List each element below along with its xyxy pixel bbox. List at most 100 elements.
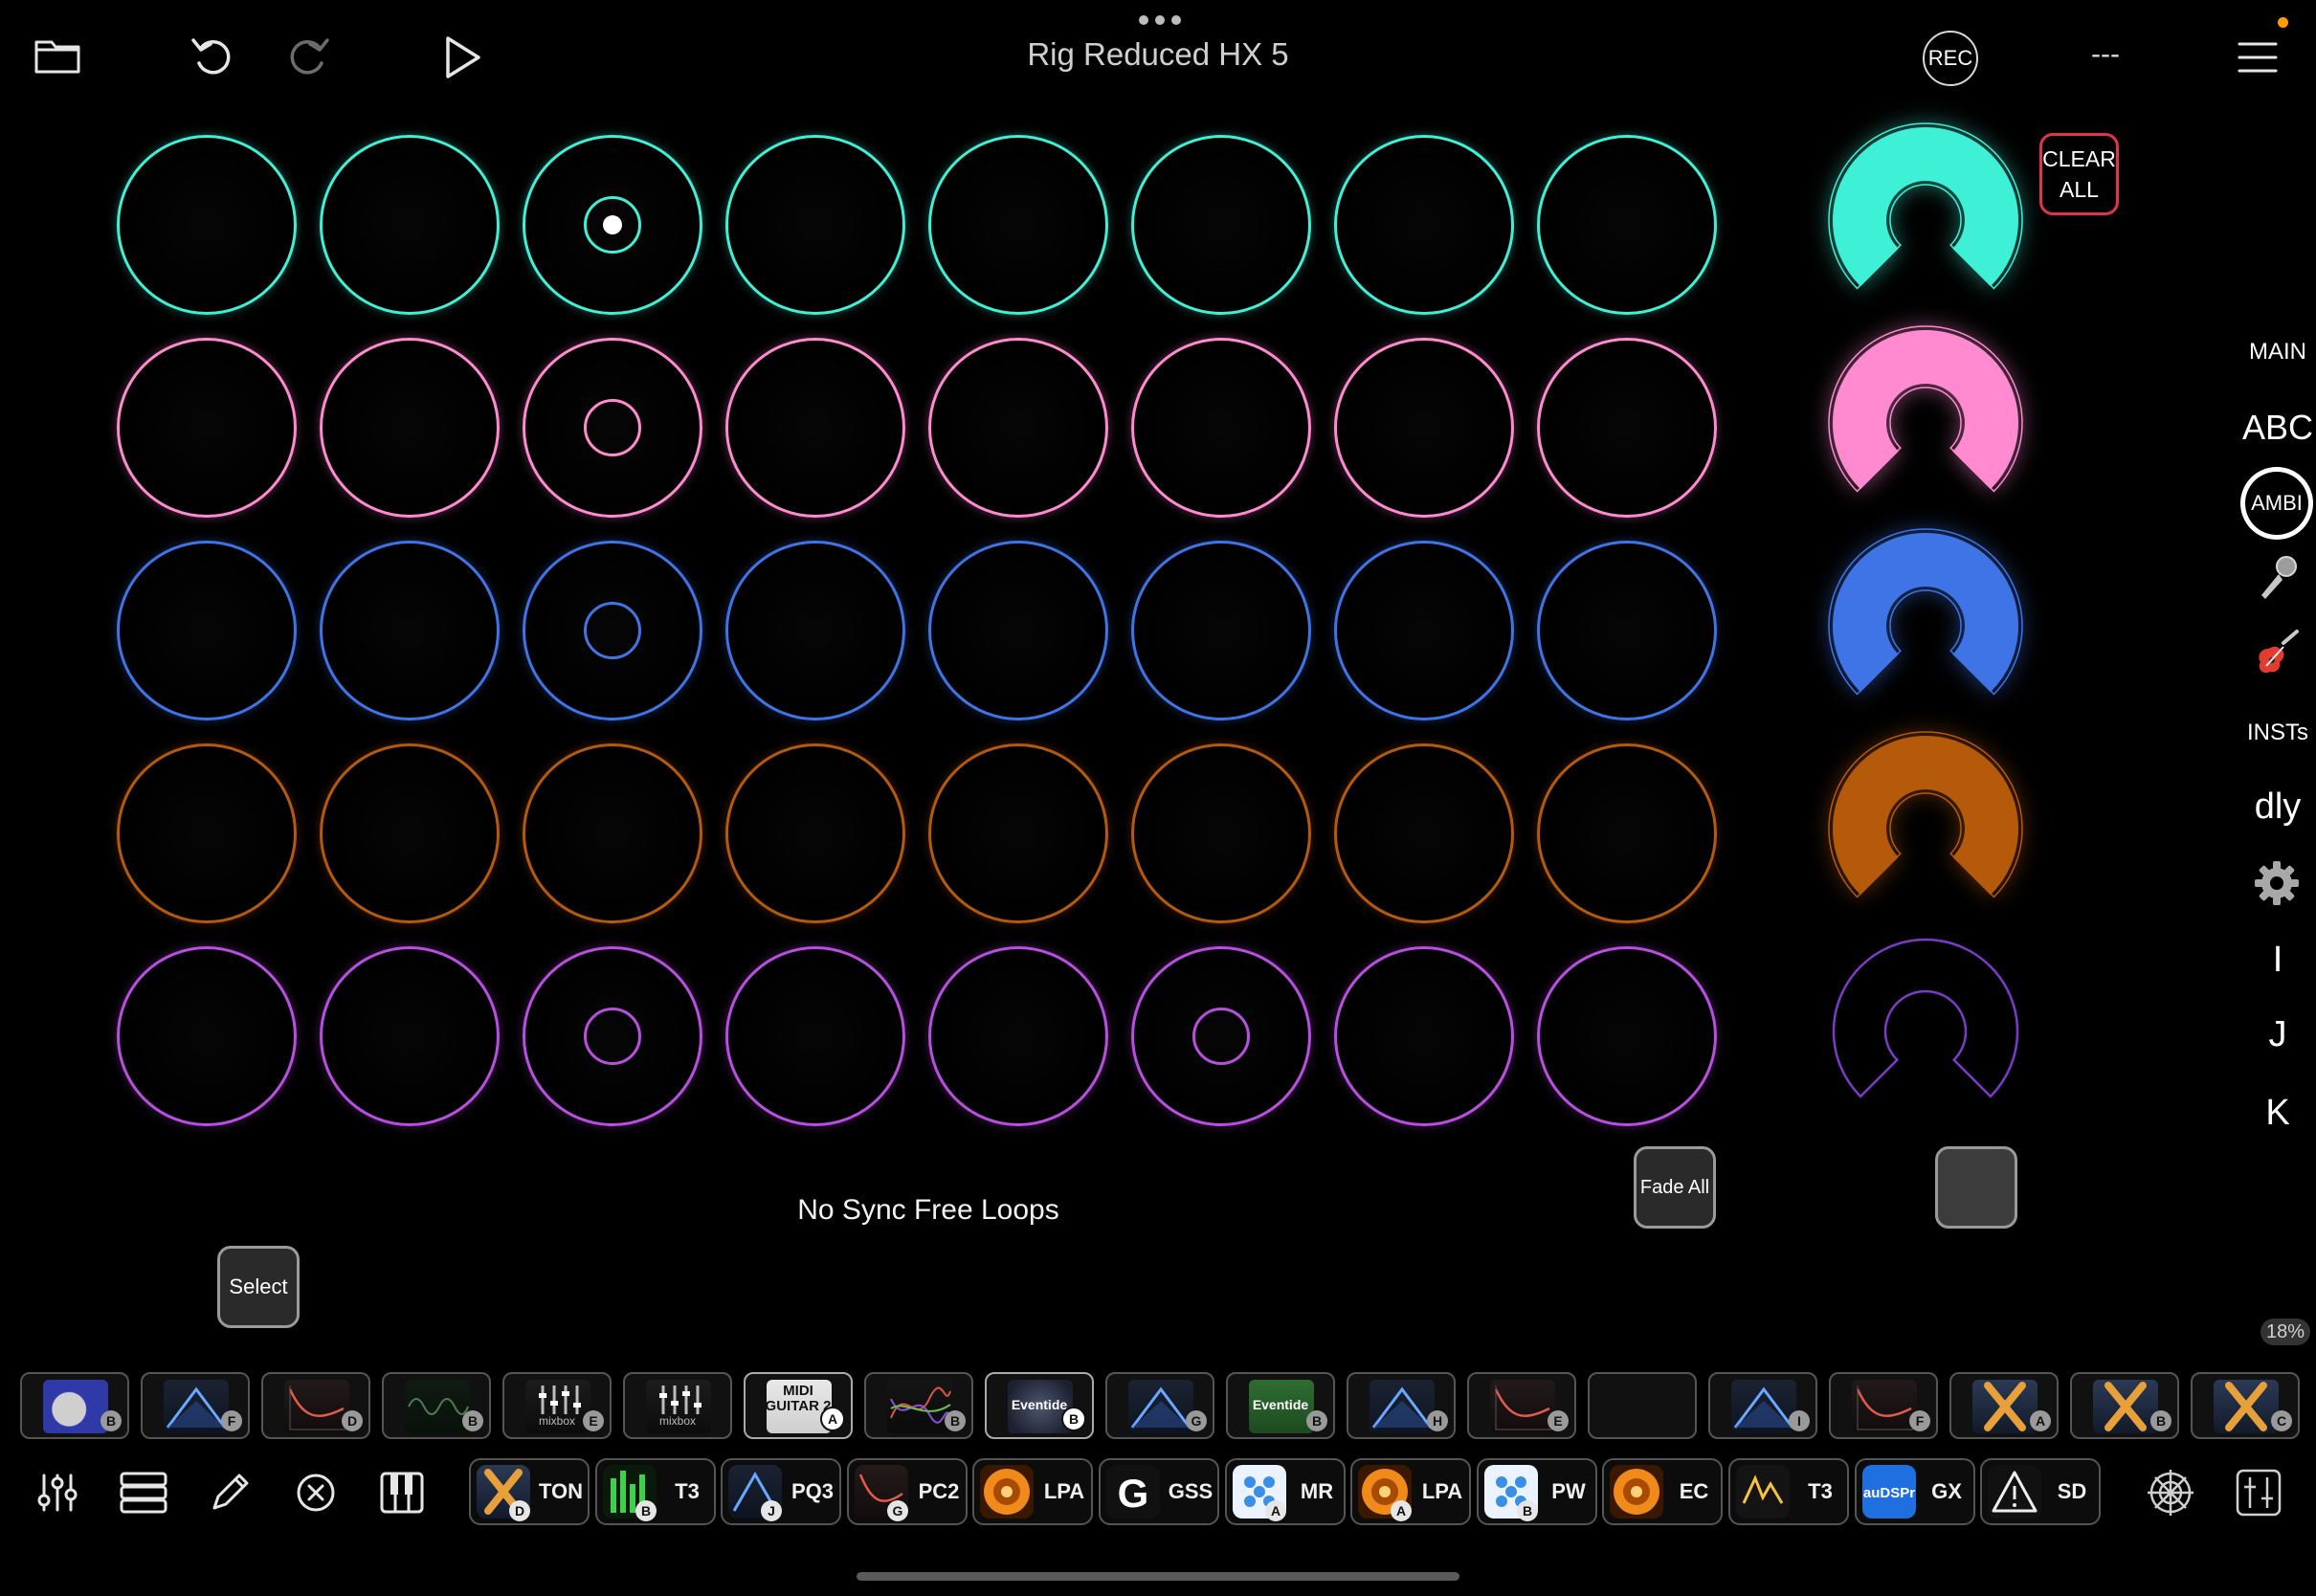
master-square-button[interactable]	[1935, 1146, 2017, 1229]
chain-plugin-pw[interactable]: PW B	[1477, 1458, 1597, 1525]
chain-plugin-gss[interactable]: G GSS	[1099, 1458, 1219, 1525]
plugin-slot[interactable]: B	[864, 1372, 973, 1439]
plugin-slot[interactable]: B	[20, 1372, 129, 1439]
chain-plugin-pq3[interactable]: PQ3 J	[721, 1458, 841, 1525]
loop-cell-pink-2[interactable]	[320, 338, 500, 518]
loop-cell-orange-1[interactable]	[117, 743, 297, 923]
row-volume-knob-2[interactable]	[1825, 325, 2026, 519]
loop-cell-orange-5[interactable]	[928, 743, 1108, 923]
chain-plugin-mr[interactable]: MR A	[1225, 1458, 1346, 1525]
plugin-slot[interactable]: mixbox	[623, 1372, 732, 1439]
loop-cell-purple-1[interactable]	[117, 946, 297, 1126]
loop-cell-teal-1[interactable]	[117, 135, 297, 315]
loop-cell-blue-6[interactable]	[1131, 541, 1311, 720]
chain-plugin-t3[interactable]: T3	[1728, 1458, 1849, 1525]
loop-cell-teal-6[interactable]	[1131, 135, 1311, 315]
plugin-slot[interactable]: Eventide B	[1226, 1372, 1335, 1439]
settings-gear-icon[interactable]	[2253, 859, 2301, 907]
plugin-slot[interactable]: Eventide B	[985, 1372, 1094, 1439]
loop-cell-pink-8[interactable]	[1537, 338, 1717, 518]
clear-all-button[interactable]: CLEAR ALL	[2039, 133, 2119, 215]
loop-cell-orange-4[interactable]	[725, 743, 905, 923]
side-menu-ambi[interactable]: AMBI	[2240, 467, 2313, 540]
chain-plugin-ton[interactable]: TON D	[469, 1458, 590, 1525]
plugin-slot[interactable]	[1588, 1372, 1697, 1439]
loop-cell-orange-3[interactable]	[523, 743, 702, 923]
side-menu-dly[interactable]: dly	[2220, 787, 2316, 828]
side-menu-j[interactable]: J	[2220, 1014, 2316, 1055]
plugin-slot[interactable]: mixbox E	[502, 1372, 612, 1439]
loop-cell-pink-7[interactable]	[1334, 338, 1514, 518]
loop-cell-blue-7[interactable]	[1334, 541, 1514, 720]
loop-cell-blue-2[interactable]	[320, 541, 500, 720]
loop-cell-teal-7[interactable]	[1334, 135, 1514, 315]
row-volume-knob-5[interactable]	[1825, 936, 2026, 1127]
plugin-slot[interactable]: F	[1829, 1372, 1938, 1439]
loop-cell-pink-4[interactable]	[725, 338, 905, 518]
audio-unit-panel-icon[interactable]	[2234, 1468, 2283, 1518]
loop-cell-blue-8[interactable]	[1537, 541, 1717, 720]
plugin-slot[interactable]: MIDI GUITAR 2A	[744, 1372, 853, 1439]
loop-cell-purple-4[interactable]	[725, 946, 905, 1126]
loop-cell-teal-8[interactable]	[1537, 135, 1717, 315]
chain-plugin-pc2[interactable]: PC2 G	[847, 1458, 968, 1525]
loop-cell-teal-4[interactable]	[725, 135, 905, 315]
plugin-slot[interactable]: B	[382, 1372, 491, 1439]
microphone-icon[interactable]	[2252, 553, 2302, 603]
loop-cell-teal-2[interactable]	[320, 135, 500, 315]
plugin-slot[interactable]: H	[1347, 1372, 1456, 1439]
side-menu-i[interactable]: I	[2220, 940, 2316, 981]
chain-plugin-lpa[interactable]: LPA	[972, 1458, 1093, 1525]
loop-cell-purple-3[interactable]	[523, 946, 702, 1126]
side-menu-k[interactable]: K	[2220, 1093, 2316, 1134]
plugin-slot[interactable]: D	[261, 1372, 370, 1439]
plugin-slot[interactable]: C	[2191, 1372, 2300, 1439]
side-menu-insts[interactable]: INSTs	[2220, 720, 2316, 746]
select-button[interactable]: Select	[217, 1246, 300, 1328]
loop-cell-purple-6[interactable]	[1131, 946, 1311, 1126]
loop-cell-pink-3[interactable]	[523, 338, 702, 518]
plugin-slot[interactable]: B	[2070, 1372, 2179, 1439]
row-volume-knob-4[interactable]	[1825, 731, 2026, 924]
loop-cell-blue-1[interactable]	[117, 541, 297, 720]
loop-cell-purple-7[interactable]	[1334, 946, 1514, 1126]
loop-cell-pink-1[interactable]	[117, 338, 297, 518]
loop-cell-pink-5[interactable]	[928, 338, 1108, 518]
network-globe-icon[interactable]	[2146, 1468, 2195, 1518]
close-circle-icon[interactable]	[291, 1468, 341, 1518]
chain-plugin-lpa[interactable]: LPA A	[1350, 1458, 1471, 1525]
loop-cell-blue-3[interactable]	[523, 541, 702, 720]
home-indicator[interactable]	[857, 1572, 1459, 1581]
guitar-icon[interactable]	[2251, 628, 2303, 679]
side-menu-abc[interactable]: ABC	[2220, 408, 2316, 448]
loop-cell-orange-7[interactable]	[1334, 743, 1514, 923]
tracks-list-icon[interactable]	[119, 1468, 168, 1518]
loop-cell-blue-4[interactable]	[725, 541, 905, 720]
keyboard-piano-icon[interactable]	[377, 1468, 427, 1518]
plugin-slot[interactable]: G	[1105, 1372, 1214, 1439]
loop-cell-teal-3[interactable]	[523, 135, 702, 315]
fade-all-button[interactable]: Fade All	[1634, 1146, 1716, 1229]
chain-plugin-t3[interactable]: T3 B	[595, 1458, 716, 1525]
loop-cell-purple-5[interactable]	[928, 946, 1108, 1126]
mixer-sliders-icon[interactable]	[33, 1468, 82, 1518]
loop-cell-purple-8[interactable]	[1537, 946, 1717, 1126]
loop-cell-pink-6[interactable]	[1131, 338, 1311, 518]
plugin-slot[interactable]: F	[141, 1372, 250, 1439]
loop-cell-blue-5[interactable]	[928, 541, 1108, 720]
loop-cell-orange-8[interactable]	[1537, 743, 1717, 923]
loop-cell-purple-2[interactable]	[320, 946, 500, 1126]
plugin-slot[interactable]: A	[1949, 1372, 2059, 1439]
loop-cell-orange-6[interactable]	[1131, 743, 1311, 923]
loop-cell-orange-2[interactable]	[320, 743, 500, 923]
chain-plugin-sd[interactable]: SD	[1980, 1458, 2101, 1525]
side-menu-main[interactable]: MAIN	[2220, 339, 2316, 366]
row-volume-knob-1[interactable]	[1825, 122, 2026, 316]
plugin-slot[interactable]: E	[1467, 1372, 1576, 1439]
loop-cell-teal-5[interactable]	[928, 135, 1108, 315]
plugin-slot[interactable]: I	[1708, 1372, 1817, 1439]
chain-plugin-gx[interactable]: auDSPr GX	[1855, 1458, 1975, 1525]
edit-pencil-icon[interactable]	[205, 1468, 255, 1518]
row-volume-knob-3[interactable]	[1825, 528, 2026, 721]
chain-plugin-ec[interactable]: EC	[1602, 1458, 1723, 1525]
